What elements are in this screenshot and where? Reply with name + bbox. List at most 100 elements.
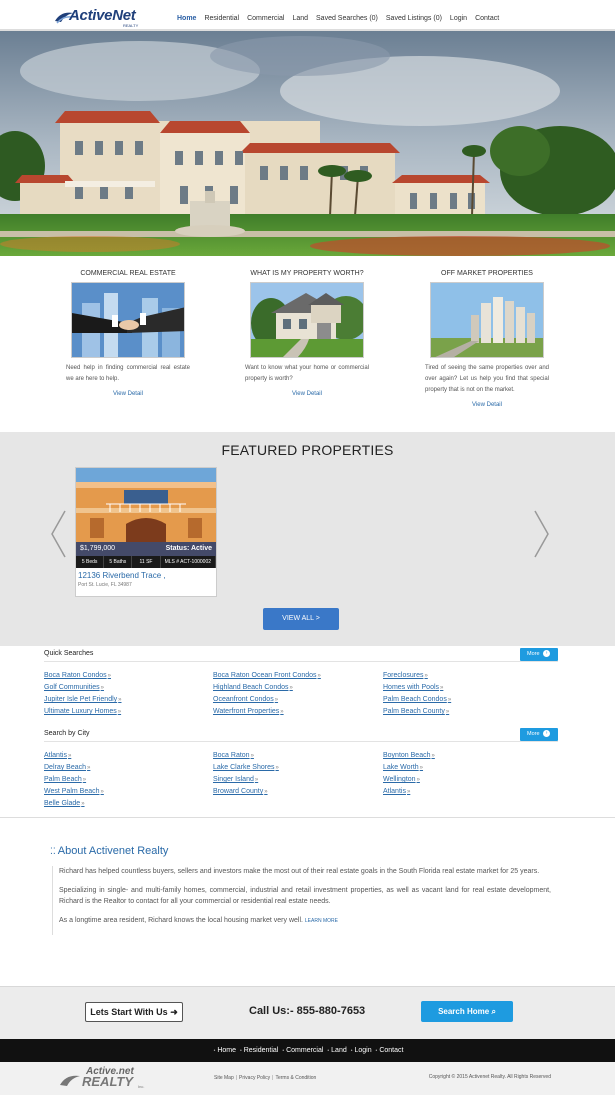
view-detail-link[interactable]: View Detail	[243, 391, 371, 397]
link-label: Palm Beach County	[383, 708, 445, 715]
view-all-button[interactable]: VIEW ALL >	[263, 608, 339, 630]
about-body: Richard has helped countless buyers, sel…	[52, 866, 551, 935]
quick-search-link[interactable]: Highland Beach Condos»	[213, 684, 293, 691]
chevron-right-icon: ›	[543, 730, 551, 738]
nav-contact[interactable]: Contact	[475, 15, 499, 22]
logo-swoosh-icon	[60, 1075, 80, 1086]
copyright-text: Copyright © 2015 Activenet Realty. All R…	[428, 1074, 551, 1080]
learn-more-link[interactable]: LEARN MORE	[305, 918, 338, 924]
link-label: Atlantis	[383, 788, 406, 795]
site-map-link[interactable]: Site Map	[214, 1075, 234, 1081]
nav-home[interactable]: Home	[177, 15, 196, 22]
footer-logo[interactable]: Active.net REALTY Inc.	[58, 1066, 148, 1090]
city-link[interactable]: Atlantis»	[44, 752, 71, 759]
column-title: COMMERCIAL REAL ESTATE	[80, 270, 176, 277]
terms-link[interactable]: Terms & Condition	[275, 1075, 316, 1081]
property-sqft: 11 SF	[132, 556, 161, 568]
property-card[interactable]: $1,799,000 Status: Active 5 Beds 5 Baths…	[75, 467, 217, 597]
city-link[interactable]: Lake Clarke Shores»	[213, 764, 279, 771]
city-link[interactable]: Delray Beach»	[44, 764, 90, 771]
quick-search-link[interactable]: Golf Communities»	[44, 684, 104, 691]
quick-searches-more-button[interactable]: More ›	[520, 648, 558, 661]
bullet-icon: •	[282, 1048, 285, 1054]
quick-search-link[interactable]: Boca Raton Condos»	[44, 672, 111, 679]
nav-land[interactable]: Land	[292, 15, 308, 22]
about-paragraph: Richard has helped countless buyers, sel…	[59, 868, 540, 875]
column-description: Want to know what your home or commercia…	[245, 365, 369, 382]
about-section: ⁚⁚ About Activenet Realty Richard has hel…	[0, 817, 615, 972]
cta-bar: Lets Start With Us ➜ Call Us:- 855-880-7…	[0, 986, 615, 1039]
quick-search-link[interactable]: Jupiter Isle Pet Friendly»	[44, 696, 122, 703]
city-link[interactable]: Palm Beach»	[44, 776, 86, 783]
property-status: Status: Active	[165, 545, 212, 552]
property-stats: 5 Beds 5 Baths 11 SF MLS # ACT-1000002	[76, 556, 216, 568]
link-label: Foreclosures	[383, 672, 424, 679]
column-property-worth: WHAT IS MY PROPERTY WORTH? Want to know …	[243, 270, 371, 397]
more-label: More	[527, 731, 540, 737]
city-link[interactable]: Singer Island»	[213, 776, 258, 783]
quick-search-link[interactable]: Palm Beach County»	[383, 708, 449, 715]
search-by-city-more-button[interactable]: More ›	[520, 728, 558, 741]
nav-saved-listings[interactable]: Saved Listings (0)	[386, 15, 442, 22]
quick-search-link[interactable]: Palm Beach Condos»	[383, 696, 451, 703]
property-address[interactable]: 12136 Riverbend Trace ,	[76, 568, 216, 580]
site-logo[interactable]: ActiveNet REALTY	[53, 6, 143, 28]
quick-searches: Quick Searches More › Boca Raton Condos»…	[44, 648, 558, 715]
search-home-button[interactable]: Search Home ⌕	[421, 1001, 513, 1022]
city-link[interactable]: West Palm Beach»	[44, 788, 104, 795]
quick-search-link[interactable]: Foreclosures»	[383, 672, 428, 679]
circle-arrow-icon: ➜	[170, 1007, 178, 1017]
city-link[interactable]: Boca Raton»	[213, 752, 254, 759]
footer-nav-residential[interactable]: Residential	[244, 1047, 279, 1054]
link-label: Boynton Beach	[383, 752, 431, 759]
link-label: Boca Raton Condos	[44, 672, 107, 679]
bullet-icon: •	[239, 1048, 242, 1054]
city-link[interactable]: Lake Worth»	[383, 764, 423, 771]
link-label: Belle Glade	[44, 800, 81, 807]
footer-nav-commercial[interactable]: Commercial	[286, 1047, 323, 1054]
view-detail-link[interactable]: View Detail	[64, 391, 192, 397]
view-detail-link[interactable]: View Detail	[423, 402, 551, 408]
link-label: Lake Worth	[383, 764, 419, 771]
link-label: Wellington	[383, 776, 416, 783]
link-label: Golf Communities	[44, 684, 100, 691]
grid-dots-icon: ⁚⁚	[50, 846, 56, 856]
footer-logo-line3: Inc.	[138, 1084, 145, 1089]
footer-nav-home[interactable]: Home	[217, 1047, 236, 1054]
logo-text: ActiveNet	[69, 7, 136, 24]
quick-search-link[interactable]: Boca Raton Ocean Front Condos»	[213, 672, 321, 679]
footer-nav-login[interactable]: Login	[354, 1047, 371, 1054]
quick-search-link[interactable]: Waterfront Properties»	[213, 708, 284, 715]
quick-search-link[interactable]: Ultimate Luxury Homes»	[44, 708, 121, 715]
privacy-policy-link[interactable]: Privacy Policy	[239, 1075, 270, 1081]
city-link[interactable]: Atlantis»	[383, 788, 410, 795]
nav-residential[interactable]: Residential	[204, 15, 239, 22]
about-paragraph: As a longtime area resident, Richard kno…	[59, 915, 551, 927]
nav-login[interactable]: Login	[450, 15, 467, 22]
logo-subtext: REALTY	[123, 23, 139, 28]
quick-search-link[interactable]: Oceanfront Condos»	[213, 696, 278, 703]
lets-start-button[interactable]: Lets Start With Us ➜	[85, 1002, 183, 1022]
city-link[interactable]: Belle Glade»	[44, 800, 85, 807]
carousel-next-arrow-icon[interactable]	[534, 510, 550, 558]
call-us-text: Call Us:- 855-880-7653	[249, 1005, 366, 1017]
footer-nav-land[interactable]: Land	[331, 1047, 347, 1054]
nav-saved-searches[interactable]: Saved Searches (0)	[316, 15, 378, 22]
search-by-city-heading: Search by City	[44, 730, 558, 742]
link-label: Oceanfront Condos	[213, 696, 274, 703]
column-title: OFF MARKET PROPERTIES	[441, 270, 533, 277]
quick-search-link[interactable]: Homes with Pools»	[383, 684, 443, 691]
column-off-market: OFF MARKET PROPERTIES Tired of seeing th…	[423, 270, 551, 408]
footer-nav: • Home • Residential • Commercial • Land • Lo…	[0, 1039, 615, 1062]
nav-commercial[interactable]: Commercial	[247, 15, 284, 22]
footer-nav-contact[interactable]: Contact	[379, 1047, 403, 1054]
link-label: Highland Beach Condos	[213, 684, 289, 691]
city-link[interactable]: Boynton Beach»	[383, 752, 435, 759]
link-label: Boca Raton Ocean Front Condos	[213, 672, 317, 679]
carousel-prev-arrow-icon[interactable]	[50, 510, 66, 558]
footer-logo-line2: REALTY	[82, 1074, 134, 1089]
link-label: Palm Beach	[44, 776, 82, 783]
city-link[interactable]: Wellington»	[383, 776, 420, 783]
city-link[interactable]: Broward County»	[213, 788, 268, 795]
link-label: Delray Beach	[44, 764, 87, 771]
